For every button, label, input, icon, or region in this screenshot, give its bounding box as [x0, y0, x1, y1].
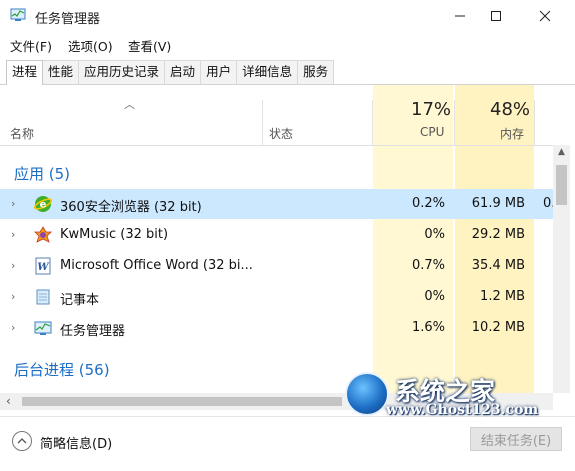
process-cpu: 0% [424, 289, 445, 304]
tab-details[interactable]: 详细信息 [236, 60, 299, 84]
column-separator[interactable] [372, 100, 373, 145]
expand-chevron-icon[interactable]: › [11, 321, 15, 334]
process-cpu: 0.7% [411, 258, 445, 273]
column-memory-header[interactable]: 内存 [500, 125, 524, 142]
process-cpu: 0.2% [411, 196, 445, 211]
process-memory: 61.9 MB [471, 196, 525, 211]
table-row[interactable]: › W Microsoft Office Word (32 bi... 0.7%… [0, 251, 553, 281]
watermark-logo-icon [345, 372, 389, 416]
horizontal-scroll-thumb[interactable] [22, 397, 342, 406]
process-cpu: 1.6% [411, 320, 445, 335]
process-name: 360安全浏览器 (32 bit) [60, 200, 202, 215]
tab-app-history[interactable]: 应用历史记录 [78, 60, 166, 84]
tab-services[interactable]: 服务 [297, 60, 335, 84]
vertical-scrollbar[interactable]: ▲ [553, 145, 570, 393]
close-button[interactable] [522, 0, 568, 32]
column-status-header[interactable]: 状态 [269, 125, 293, 142]
collapse-chevron-icon[interactable] [12, 431, 32, 451]
column-name-header[interactable]: 名称 [10, 125, 34, 142]
memory-percent[interactable]: 48% [490, 99, 530, 120]
title-bar: 任务管理器 [0, 0, 575, 32]
scroll-up-icon[interactable]: ▲ [553, 147, 570, 157]
word-icon: W [35, 257, 51, 275]
process-memory: 35.4 MB [471, 258, 525, 273]
taskmgr-icon [34, 321, 52, 335]
process-name: 任务管理器 [60, 324, 126, 339]
menu-bar: 文件(F) 选项(O) 查看(V) [0, 33, 575, 55]
expand-chevron-icon[interactable]: › [11, 228, 15, 241]
maximize-button[interactable] [473, 0, 519, 32]
fewer-details-link[interactable]: 简略信息(D) [40, 433, 112, 452]
close-icon [539, 10, 551, 22]
process-memory: 1.2 MB [480, 289, 525, 304]
table-row[interactable]: › 任务管理器 1.6% 10.2 MB [0, 313, 553, 343]
table-row[interactable]: › KwMusic (32 bit) 0% 29.2 MB [0, 220, 553, 250]
column-separator[interactable] [262, 100, 263, 145]
end-task-button[interactable]: 结束任务(E) [470, 427, 562, 451]
menu-file[interactable]: 文件(F) [10, 36, 52, 55]
header-divider [0, 145, 553, 146]
scroll-left-icon[interactable]: ‹ [6, 394, 11, 408]
tab-startup[interactable]: 启动 [164, 60, 202, 84]
table-row[interactable]: › 记事本 0% 1.2 MB [0, 282, 553, 312]
tab-performance[interactable]: 性能 [42, 60, 80, 84]
tab-users[interactable]: 用户 [200, 60, 238, 84]
column-separator[interactable] [534, 100, 535, 145]
kwmusic-icon [34, 226, 52, 243]
svg-text:W: W [37, 262, 50, 273]
app-taskmgr-icon [10, 8, 26, 21]
svg-text:e: e [40, 200, 47, 211]
minimize-icon [455, 15, 465, 17]
cpu-percent[interactable]: 17% [411, 99, 451, 120]
column-cpu-header[interactable]: CPU [420, 125, 444, 139]
chevron-up-icon [17, 438, 27, 444]
notepad-icon [36, 289, 50, 305]
process-name: KwMusic (32 bit) [60, 227, 169, 242]
process-name: 记事本 [60, 293, 100, 308]
menu-options[interactable]: 选项(O) [68, 36, 113, 55]
process-name: Microsoft Office Word (32 bi... [60, 258, 253, 273]
watermark-url: www.Ghost123.com [386, 402, 539, 418]
process-cpu: 0% [424, 227, 445, 242]
group-background-title: 后台进程 (56) [14, 361, 110, 379]
process-memory: 29.2 MB [471, 227, 525, 242]
expand-chevron-icon[interactable]: › [11, 197, 15, 210]
column-separator[interactable] [454, 100, 455, 145]
chevron-up-icon[interactable]: ︿ [124, 96, 135, 112]
browser-360-icon: e [34, 196, 52, 212]
expand-chevron-icon[interactable]: › [11, 259, 15, 272]
expand-chevron-icon[interactable]: › [11, 290, 15, 303]
menu-view[interactable]: 查看(V) [128, 36, 171, 55]
group-apps-title: 应用 (5) [14, 165, 71, 183]
process-memory: 10.2 MB [471, 320, 525, 335]
window-title: 任务管理器 [35, 12, 101, 27]
table-row[interactable]: › e 360安全浏览器 (32 bit) 0.2% 61.9 MB 0. [0, 189, 555, 219]
vertical-scroll-thumb[interactable] [556, 165, 567, 205]
maximize-icon [491, 11, 501, 21]
tab-processes[interactable]: 进程 [6, 60, 44, 85]
footer-bar: 简略信息(D) 结束任务(E) [0, 416, 575, 471]
tab-bar: 进程 性能 应用历史记录 启动 用户 详细信息 服务 [6, 60, 335, 85]
